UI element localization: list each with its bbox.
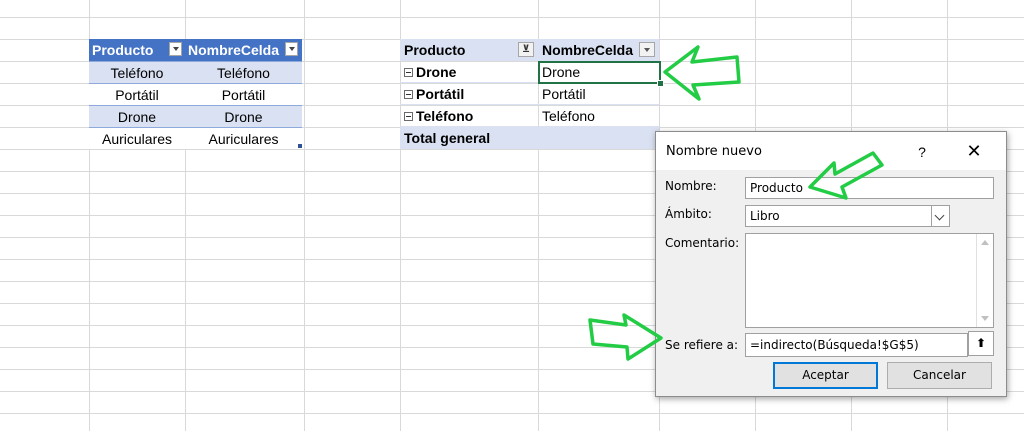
table-cell[interactable]: Drone xyxy=(89,106,185,128)
dialog-title: Nombre nuevo xyxy=(666,144,762,159)
pivot-cell[interactable]: Drone xyxy=(538,61,659,83)
pivot-total-label[interactable]: Total general xyxy=(400,127,538,149)
pivot-header-producto[interactable]: Producto ⊻ xyxy=(400,39,538,61)
collapse-dialog-button[interactable]: ⬆ xyxy=(968,331,994,356)
table-header-row: Producto NombreCelda xyxy=(89,39,302,61)
header-label: Producto xyxy=(404,42,466,58)
table-cell[interactable]: Auriculares xyxy=(89,128,185,150)
scope-value: Libro xyxy=(750,209,780,223)
table-row: Teléfono Teléfono xyxy=(89,61,302,83)
pivot-row-label[interactable]: Drone xyxy=(400,61,538,83)
table-cell[interactable]: Teléfono xyxy=(185,62,302,84)
refers-to-input[interactable]: =indirecto(Búsqueda!$G$5) xyxy=(745,333,968,357)
table-cell[interactable]: Drone xyxy=(185,106,302,128)
pivot-item-label: Drone xyxy=(416,64,457,80)
grid-row-line xyxy=(0,17,1024,18)
filter-dropdown-icon[interactable] xyxy=(285,42,298,56)
name-label: Nombre: xyxy=(665,179,717,193)
table-resize-handle[interactable] xyxy=(298,144,302,148)
collapse-minus-icon[interactable] xyxy=(404,68,413,77)
table-cell[interactable]: Auriculares xyxy=(185,128,302,150)
scroll-down-icon[interactable] xyxy=(981,316,989,321)
help-button[interactable]: ? xyxy=(910,141,934,163)
pivot-cell[interactable]: Portátil xyxy=(538,83,659,105)
collapse-minus-icon[interactable] xyxy=(404,112,413,121)
pivot-cell[interactable]: Teléfono xyxy=(538,105,659,127)
filter-active-icon[interactable]: ⊻ xyxy=(518,42,534,57)
header-label: Producto xyxy=(92,42,154,58)
header-label: NombreCelda xyxy=(542,42,634,58)
filter-dropdown-icon[interactable] xyxy=(169,42,182,56)
chevron-down-icon[interactable] xyxy=(931,206,949,226)
table-row: Portátil Portátil xyxy=(89,83,302,105)
pivot-header-row: Producto ⊻ NombreCelda xyxy=(400,39,659,61)
accept-button[interactable]: Aceptar xyxy=(773,362,878,389)
pivot-item-label: Portátil xyxy=(416,86,465,102)
pivot-row: Drone Drone xyxy=(400,61,659,83)
scope-label: Ámbito: xyxy=(665,207,712,221)
comment-label: Comentario: xyxy=(665,236,740,250)
name-input[interactable]: Producto xyxy=(745,177,994,199)
pivot-row-label[interactable]: Teléfono xyxy=(400,105,538,127)
table-row: Drone Drone xyxy=(89,105,302,127)
pivot-item-label: Teléfono xyxy=(416,108,474,124)
table-cell[interactable]: Portátil xyxy=(89,84,185,106)
dialog-titlebar[interactable]: Nombre nuevo ? ✕ xyxy=(656,132,1006,170)
pivot-total-cell[interactable] xyxy=(538,127,659,149)
table-header-producto[interactable]: Producto xyxy=(89,39,185,61)
pivot-row: Teléfono Teléfono xyxy=(400,105,659,127)
table-header-nombrecelda[interactable]: NombreCelda xyxy=(185,39,302,61)
header-label: NombreCelda xyxy=(188,42,280,58)
table-cell[interactable]: Portátil xyxy=(185,84,302,106)
fill-handle[interactable] xyxy=(657,80,664,87)
comment-textarea[interactable] xyxy=(745,233,994,328)
collapse-minus-icon[interactable] xyxy=(404,90,413,99)
pivot-row-label[interactable]: Portátil xyxy=(400,83,538,105)
close-button[interactable]: ✕ xyxy=(962,141,986,163)
comment-scrollbar[interactable] xyxy=(976,234,993,327)
cancel-button[interactable]: Cancelar xyxy=(887,362,992,389)
table-row: Auriculares Auriculares xyxy=(89,127,302,149)
pivot-header-nombrecelda[interactable]: NombreCelda xyxy=(538,39,659,61)
scroll-up-icon[interactable] xyxy=(981,240,989,245)
filter-dropdown-icon[interactable] xyxy=(639,42,655,57)
grid-row-line xyxy=(0,413,1024,414)
new-name-dialog: Nombre nuevo ? ✕ Nombre: Producto Ámbito… xyxy=(655,131,1007,397)
refers-to-label: Se refiere a: xyxy=(665,338,739,352)
pivot-total-row: Total general xyxy=(400,127,659,149)
scope-select[interactable]: Libro xyxy=(745,205,950,227)
pivot-row: Portátil Portátil xyxy=(400,83,659,105)
table-cell[interactable]: Teléfono xyxy=(89,62,185,84)
